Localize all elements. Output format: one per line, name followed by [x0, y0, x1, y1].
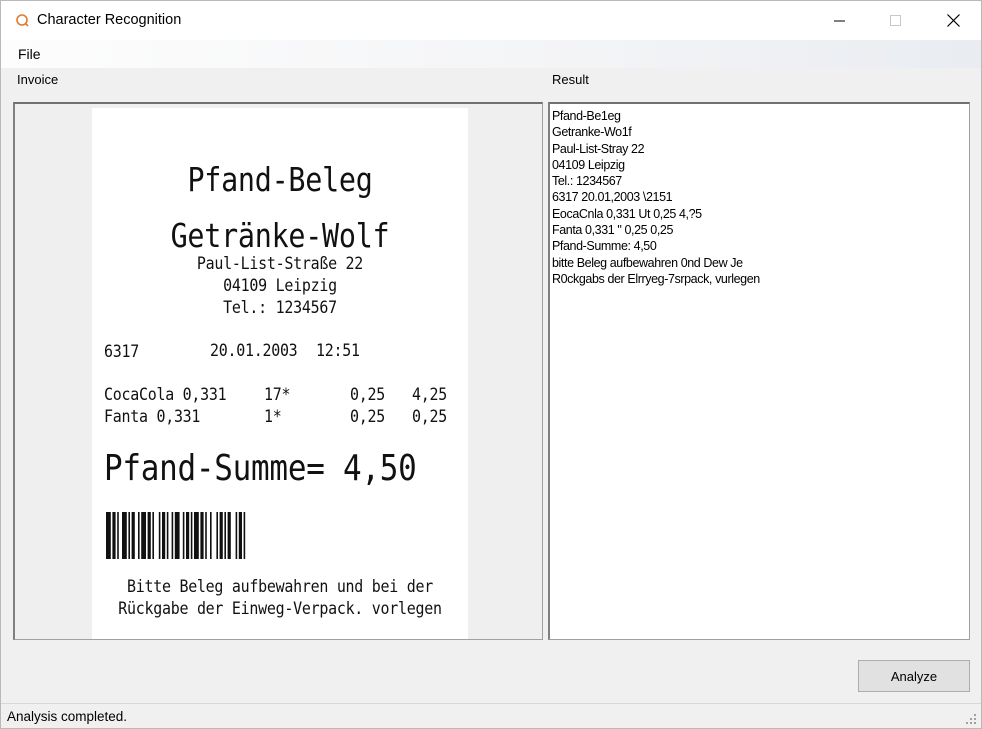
result-line: bitte Beleg aufbewahren 0nd Dew Je: [552, 255, 743, 270]
receipt-item-name: CocaCola 0,331: [104, 385, 227, 405]
receipt-street: Paul-List-Straße 22: [196, 254, 364, 274]
result-line: Getranke-Wo1f: [552, 125, 632, 140]
result-line: Pfand-Summe: 4,50: [552, 239, 657, 254]
receipt-title: Pfand-Beleg: [187, 160, 373, 199]
result-label: Result: [552, 72, 589, 87]
invoice-label: Invoice: [17, 72, 59, 87]
result-textbox[interactable]: Pfand-Be1eg Getranke-Wo1f Paul-List-Stray …: [548, 102, 970, 640]
result-line: 04109 Leipzig: [552, 157, 625, 172]
close-icon: [946, 14, 960, 27]
receipt-item-total: 4,25: [412, 385, 447, 405]
status-bar: Analysis completed.: [1, 703, 981, 728]
main-window: Character Recognition File Invoice Resul…: [0, 0, 982, 729]
receipt-footer-line: Bitte Beleg aufbewahren und bei der: [126, 577, 433, 597]
title-bar[interactable]: Character Recognition: [1, 1, 981, 40]
maximize-icon: [890, 14, 901, 26]
window-title: Character Recognition: [37, 12, 182, 28]
receipt-shop: Getränke-Wolf: [170, 216, 390, 255]
receipt-item-total: 0,25: [412, 407, 447, 427]
result-line: Paul-List-Stray 22: [552, 141, 645, 156]
result-text: Pfand-Be1eg Getranke-Wo1f Paul-List-Stray …: [552, 108, 967, 287]
receipt-date: 20.01.2003: [210, 341, 298, 361]
result-line: Fanta 0,331 " 0,25 0,25: [552, 223, 674, 238]
menu-file[interactable]: File: [18, 46, 41, 62]
receipt-item-qty: 1*: [264, 407, 282, 427]
result-line: Tel.: 1234567: [552, 174, 622, 189]
minimize-icon: [834, 20, 845, 21]
result-line: Pfand-Be1eg: [552, 109, 621, 123]
receipt-image: Pfand-Beleg Getränke-Wolf Paul-List-Stra…: [92, 108, 468, 639]
receipt-footer-line: Rückgabe der Einweg-Verpack. vorlegen: [118, 599, 442, 619]
analyze-button[interactable]: Analyze: [858, 660, 970, 692]
receipt-item-qty: 17*: [264, 385, 291, 405]
menu-bar: File: [1, 40, 981, 68]
result-line: R0ckgabs der Elrryeg-7srpack, vurlegen: [552, 271, 760, 286]
status-text: Analysis completed.: [7, 709, 128, 724]
receipt-phone: Tel.: 1234567: [223, 298, 337, 318]
result-line: EocaCnla 0,331 Ut 0,25 4,?5: [552, 206, 702, 221]
maximize-button[interactable]: [867, 1, 925, 40]
receipt-item-name: Fanta 0,331: [104, 407, 201, 427]
result-line: 6317 20.01,2003 \2151: [552, 190, 673, 205]
minimize-button[interactable]: [811, 1, 869, 40]
receipt-time: 12:51: [316, 341, 360, 361]
barcode-image: [106, 512, 246, 559]
receipt-city: 04109 Leipzig: [223, 276, 337, 296]
ocr-app-icon: [16, 14, 29, 27]
receipt-sum: Pfand-Summe= 4,50: [104, 448, 417, 489]
resize-grip-icon[interactable]: [965, 713, 977, 725]
receipt-id: 6317: [104, 342, 139, 362]
receipt-item-price: 0,25: [350, 407, 385, 427]
close-button[interactable]: [924, 1, 982, 40]
invoice-image-panel: Pfand-Beleg Getränke-Wolf Paul-List-Stra…: [13, 102, 543, 640]
receipt-item-price: 0,25: [350, 385, 385, 405]
